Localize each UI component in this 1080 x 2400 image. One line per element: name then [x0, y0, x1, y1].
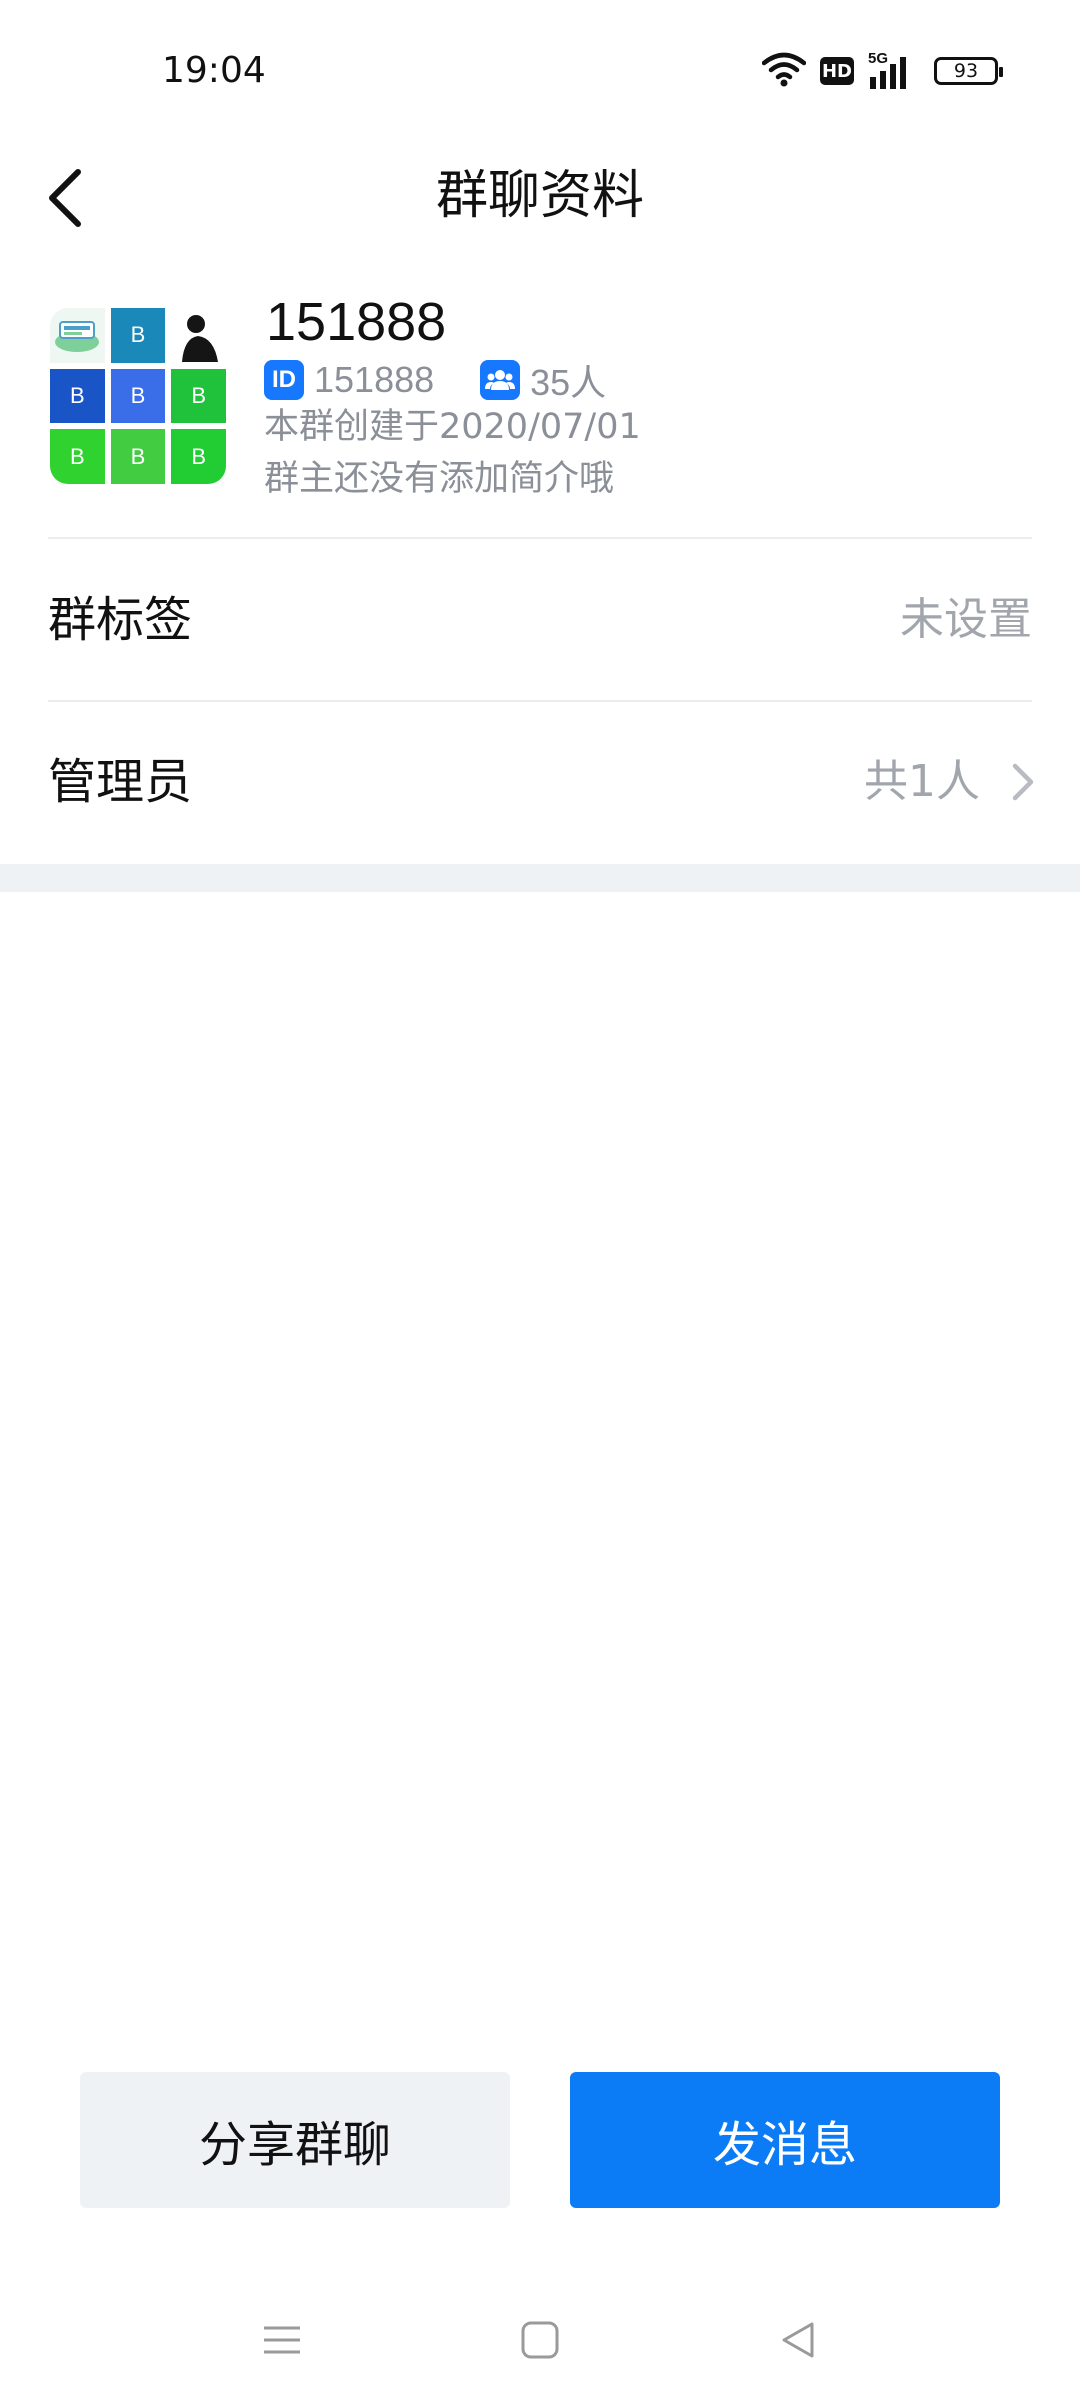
back-nav-button[interactable]: [768, 2310, 828, 2370]
nav-bar: 群聊资料: [0, 142, 1080, 250]
send-message-button[interactable]: 发消息: [570, 2072, 1000, 2208]
home-icon: [521, 2321, 559, 2359]
chevron-left-icon: [49, 169, 81, 227]
system-navigation-bar: [0, 2290, 1080, 2400]
person-silhouette-icon: [171, 308, 226, 363]
hd-badge: HD: [820, 57, 854, 85]
status-time: 19:04: [162, 50, 266, 91]
avatar-cell: [171, 308, 226, 363]
avatar-cell: B: [50, 368, 105, 424]
admin-label: 管理员: [48, 754, 193, 810]
avatar-cell: B: [50, 429, 105, 484]
member-count: 35人: [530, 362, 607, 403]
avatar-cell: B: [110, 368, 166, 424]
people-icon: [480, 360, 521, 400]
avatar-cell: B: [171, 429, 226, 484]
signal-icon: 5G: [868, 51, 914, 91]
logo-icon: [50, 308, 105, 363]
avatar-cell: B: [171, 368, 226, 424]
group-info-card: B B B B B B B 151888 ID 151888 35人 本群创建于…: [0, 250, 1080, 538]
group-tag-value: 未设置: [900, 594, 1032, 645]
id-badge: ID: [264, 360, 304, 400]
back-triangle-icon: [782, 2322, 814, 2358]
share-group-button[interactable]: 分享群聊: [80, 2072, 510, 2208]
group-intro: 群主还没有添加简介哦: [264, 459, 615, 499]
avatar-cell: B: [110, 308, 166, 363]
group-id: 151888: [314, 359, 435, 400]
menu-button[interactable]: [252, 2310, 312, 2370]
wifi-icon: [761, 51, 807, 91]
status-icons: HD 5G 93: [761, 48, 1003, 94]
group-meta-row: ID 151888 35人: [264, 358, 606, 403]
back-button[interactable]: [42, 162, 94, 234]
divider: [48, 537, 1032, 539]
home-button[interactable]: [510, 2310, 570, 2370]
battery-indicator: 93: [934, 57, 1003, 85]
status-bar: 19:04 HD 5G 93: [0, 0, 1080, 142]
avatar-cell: [50, 308, 105, 363]
admin-row[interactable]: 管理员 共1人: [0, 702, 1080, 862]
avatar-cell: B: [110, 429, 166, 484]
group-tag-row[interactable]: 群标签 未设置: [0, 540, 1080, 700]
section-separator: [0, 864, 1080, 892]
group-avatar[interactable]: B B B B B B B: [50, 308, 226, 484]
chevron-right-icon: [1010, 760, 1036, 804]
admin-count: 共1人: [864, 756, 980, 807]
group-tag-label: 群标签: [48, 592, 193, 648]
created-date: 本群创建于2020/07/01: [264, 407, 641, 447]
group-name: 151888: [266, 292, 447, 352]
menu-icon: [264, 2326, 300, 2354]
page-title: 群聊资料: [435, 166, 644, 226]
